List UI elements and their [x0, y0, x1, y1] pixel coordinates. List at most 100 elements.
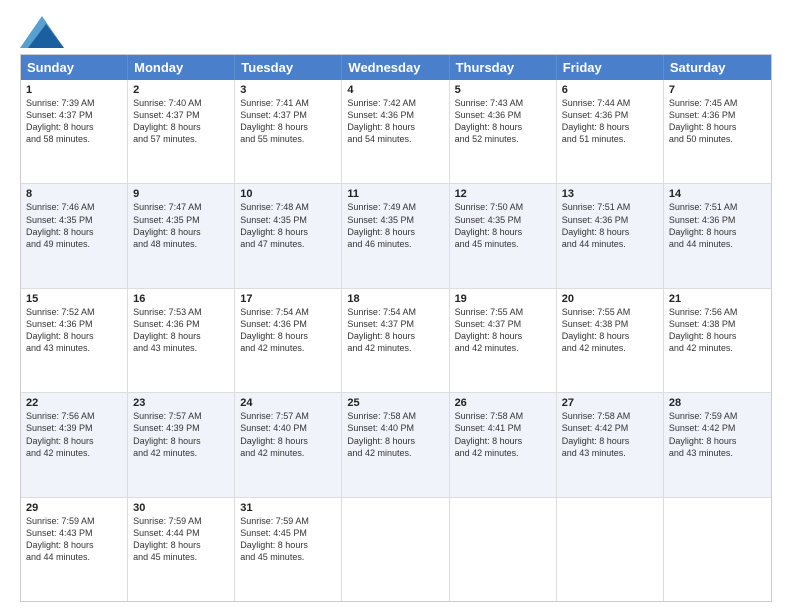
calendar-cell: 22 Sunrise: 7:56 AMSunset: 4:39 PMDaylig…: [21, 393, 128, 496]
calendar-cell-empty: [664, 498, 771, 601]
calendar-cell: 2 Sunrise: 7:40 AMSunset: 4:37 PMDayligh…: [128, 80, 235, 183]
day-info: Sunrise: 7:47 AMSunset: 4:35 PMDaylight:…: [133, 202, 202, 248]
calendar-cell: 6 Sunrise: 7:44 AMSunset: 4:36 PMDayligh…: [557, 80, 664, 183]
calendar-cell: 24 Sunrise: 7:57 AMSunset: 4:40 PMDaylig…: [235, 393, 342, 496]
day-number: 13: [562, 188, 658, 200]
day-info: Sunrise: 7:45 AMSunset: 4:36 PMDaylight:…: [669, 98, 738, 144]
day-number: 14: [669, 188, 766, 200]
day-info: Sunrise: 7:59 AMSunset: 4:44 PMDaylight:…: [133, 516, 202, 562]
calendar-row: 15 Sunrise: 7:52 AMSunset: 4:36 PMDaylig…: [21, 288, 771, 392]
calendar-cell: 28 Sunrise: 7:59 AMSunset: 4:42 PMDaylig…: [664, 393, 771, 496]
day-info: Sunrise: 7:51 AMSunset: 4:36 PMDaylight:…: [562, 202, 631, 248]
weekday-header: Friday: [557, 55, 664, 80]
header: [20, 16, 772, 44]
calendar-cell: 26 Sunrise: 7:58 AMSunset: 4:41 PMDaylig…: [450, 393, 557, 496]
calendar-row: 29 Sunrise: 7:59 AMSunset: 4:43 PMDaylig…: [21, 497, 771, 601]
day-number: 12: [455, 188, 551, 200]
calendar-row: 22 Sunrise: 7:56 AMSunset: 4:39 PMDaylig…: [21, 392, 771, 496]
calendar-row: 1 Sunrise: 7:39 AMSunset: 4:37 PMDayligh…: [21, 80, 771, 183]
calendar-cell: 11 Sunrise: 7:49 AMSunset: 4:35 PMDaylig…: [342, 184, 449, 287]
calendar-cell: 19 Sunrise: 7:55 AMSunset: 4:37 PMDaylig…: [450, 289, 557, 392]
day-info: Sunrise: 7:39 AMSunset: 4:37 PMDaylight:…: [26, 98, 95, 144]
day-number: 28: [669, 397, 766, 409]
day-number: 31: [240, 502, 336, 514]
calendar-row: 8 Sunrise: 7:46 AMSunset: 4:35 PMDayligh…: [21, 183, 771, 287]
day-info: Sunrise: 7:56 AMSunset: 4:39 PMDaylight:…: [26, 411, 95, 457]
calendar-cell: 8 Sunrise: 7:46 AMSunset: 4:35 PMDayligh…: [21, 184, 128, 287]
day-info: Sunrise: 7:54 AMSunset: 4:36 PMDaylight:…: [240, 307, 309, 353]
weekday-header: Tuesday: [235, 55, 342, 80]
logo-icon: [20, 16, 60, 44]
day-number: 9: [133, 188, 229, 200]
day-number: 10: [240, 188, 336, 200]
day-info: Sunrise: 7:41 AMSunset: 4:37 PMDaylight:…: [240, 98, 309, 144]
calendar-cell: 30 Sunrise: 7:59 AMSunset: 4:44 PMDaylig…: [128, 498, 235, 601]
weekday-header: Monday: [128, 55, 235, 80]
calendar-cell: 31 Sunrise: 7:59 AMSunset: 4:45 PMDaylig…: [235, 498, 342, 601]
calendar-cell-empty: [557, 498, 664, 601]
day-number: 11: [347, 188, 443, 200]
calendar-cell: 3 Sunrise: 7:41 AMSunset: 4:37 PMDayligh…: [235, 80, 342, 183]
calendar-cell: 29 Sunrise: 7:59 AMSunset: 4:43 PMDaylig…: [21, 498, 128, 601]
day-info: Sunrise: 7:51 AMSunset: 4:36 PMDaylight:…: [669, 202, 738, 248]
weekday-header: Saturday: [664, 55, 771, 80]
day-number: 6: [562, 84, 658, 96]
calendar-cell: 10 Sunrise: 7:48 AMSunset: 4:35 PMDaylig…: [235, 184, 342, 287]
day-number: 24: [240, 397, 336, 409]
day-number: 4: [347, 84, 443, 96]
day-number: 3: [240, 84, 336, 96]
day-info: Sunrise: 7:59 AMSunset: 4:42 PMDaylight:…: [669, 411, 738, 457]
day-number: 17: [240, 293, 336, 305]
calendar-header: SundayMondayTuesdayWednesdayThursdayFrid…: [21, 55, 771, 80]
day-info: Sunrise: 7:44 AMSunset: 4:36 PMDaylight:…: [562, 98, 631, 144]
day-number: 25: [347, 397, 443, 409]
day-info: Sunrise: 7:58 AMSunset: 4:42 PMDaylight:…: [562, 411, 631, 457]
day-info: Sunrise: 7:50 AMSunset: 4:35 PMDaylight:…: [455, 202, 524, 248]
calendar-cell: 15 Sunrise: 7:52 AMSunset: 4:36 PMDaylig…: [21, 289, 128, 392]
day-number: 27: [562, 397, 658, 409]
calendar: SundayMondayTuesdayWednesdayThursdayFrid…: [20, 54, 772, 602]
day-number: 2: [133, 84, 229, 96]
day-info: Sunrise: 7:48 AMSunset: 4:35 PMDaylight:…: [240, 202, 309, 248]
day-number: 15: [26, 293, 122, 305]
day-number: 7: [669, 84, 766, 96]
day-number: 20: [562, 293, 658, 305]
day-number: 19: [455, 293, 551, 305]
day-info: Sunrise: 7:58 AMSunset: 4:41 PMDaylight:…: [455, 411, 524, 457]
calendar-cell: 23 Sunrise: 7:57 AMSunset: 4:39 PMDaylig…: [128, 393, 235, 496]
day-info: Sunrise: 7:54 AMSunset: 4:37 PMDaylight:…: [347, 307, 416, 353]
calendar-cell: 1 Sunrise: 7:39 AMSunset: 4:37 PMDayligh…: [21, 80, 128, 183]
day-info: Sunrise: 7:46 AMSunset: 4:35 PMDaylight:…: [26, 202, 95, 248]
calendar-cell-empty: [342, 498, 449, 601]
day-number: 5: [455, 84, 551, 96]
calendar-body: 1 Sunrise: 7:39 AMSunset: 4:37 PMDayligh…: [21, 80, 771, 601]
calendar-cell: 12 Sunrise: 7:50 AMSunset: 4:35 PMDaylig…: [450, 184, 557, 287]
day-number: 21: [669, 293, 766, 305]
day-info: Sunrise: 7:56 AMSunset: 4:38 PMDaylight:…: [669, 307, 738, 353]
calendar-cell: 4 Sunrise: 7:42 AMSunset: 4:36 PMDayligh…: [342, 80, 449, 183]
day-info: Sunrise: 7:40 AMSunset: 4:37 PMDaylight:…: [133, 98, 202, 144]
day-info: Sunrise: 7:59 AMSunset: 4:45 PMDaylight:…: [240, 516, 309, 562]
calendar-cell: 18 Sunrise: 7:54 AMSunset: 4:37 PMDaylig…: [342, 289, 449, 392]
calendar-cell: 21 Sunrise: 7:56 AMSunset: 4:38 PMDaylig…: [664, 289, 771, 392]
day-number: 30: [133, 502, 229, 514]
calendar-cell: 17 Sunrise: 7:54 AMSunset: 4:36 PMDaylig…: [235, 289, 342, 392]
calendar-cell: 27 Sunrise: 7:58 AMSunset: 4:42 PMDaylig…: [557, 393, 664, 496]
day-number: 26: [455, 397, 551, 409]
calendar-cell: 14 Sunrise: 7:51 AMSunset: 4:36 PMDaylig…: [664, 184, 771, 287]
day-number: 16: [133, 293, 229, 305]
day-info: Sunrise: 7:55 AMSunset: 4:37 PMDaylight:…: [455, 307, 524, 353]
calendar-cell: 9 Sunrise: 7:47 AMSunset: 4:35 PMDayligh…: [128, 184, 235, 287]
day-info: Sunrise: 7:52 AMSunset: 4:36 PMDaylight:…: [26, 307, 95, 353]
calendar-cell: 20 Sunrise: 7:55 AMSunset: 4:38 PMDaylig…: [557, 289, 664, 392]
day-info: Sunrise: 7:55 AMSunset: 4:38 PMDaylight:…: [562, 307, 631, 353]
day-number: 18: [347, 293, 443, 305]
day-number: 8: [26, 188, 122, 200]
page: SundayMondayTuesdayWednesdayThursdayFrid…: [0, 0, 792, 612]
calendar-cell: 13 Sunrise: 7:51 AMSunset: 4:36 PMDaylig…: [557, 184, 664, 287]
day-info: Sunrise: 7:57 AMSunset: 4:39 PMDaylight:…: [133, 411, 202, 457]
day-info: Sunrise: 7:59 AMSunset: 4:43 PMDaylight:…: [26, 516, 95, 562]
weekday-header: Thursday: [450, 55, 557, 80]
day-number: 22: [26, 397, 122, 409]
calendar-cell: 25 Sunrise: 7:58 AMSunset: 4:40 PMDaylig…: [342, 393, 449, 496]
